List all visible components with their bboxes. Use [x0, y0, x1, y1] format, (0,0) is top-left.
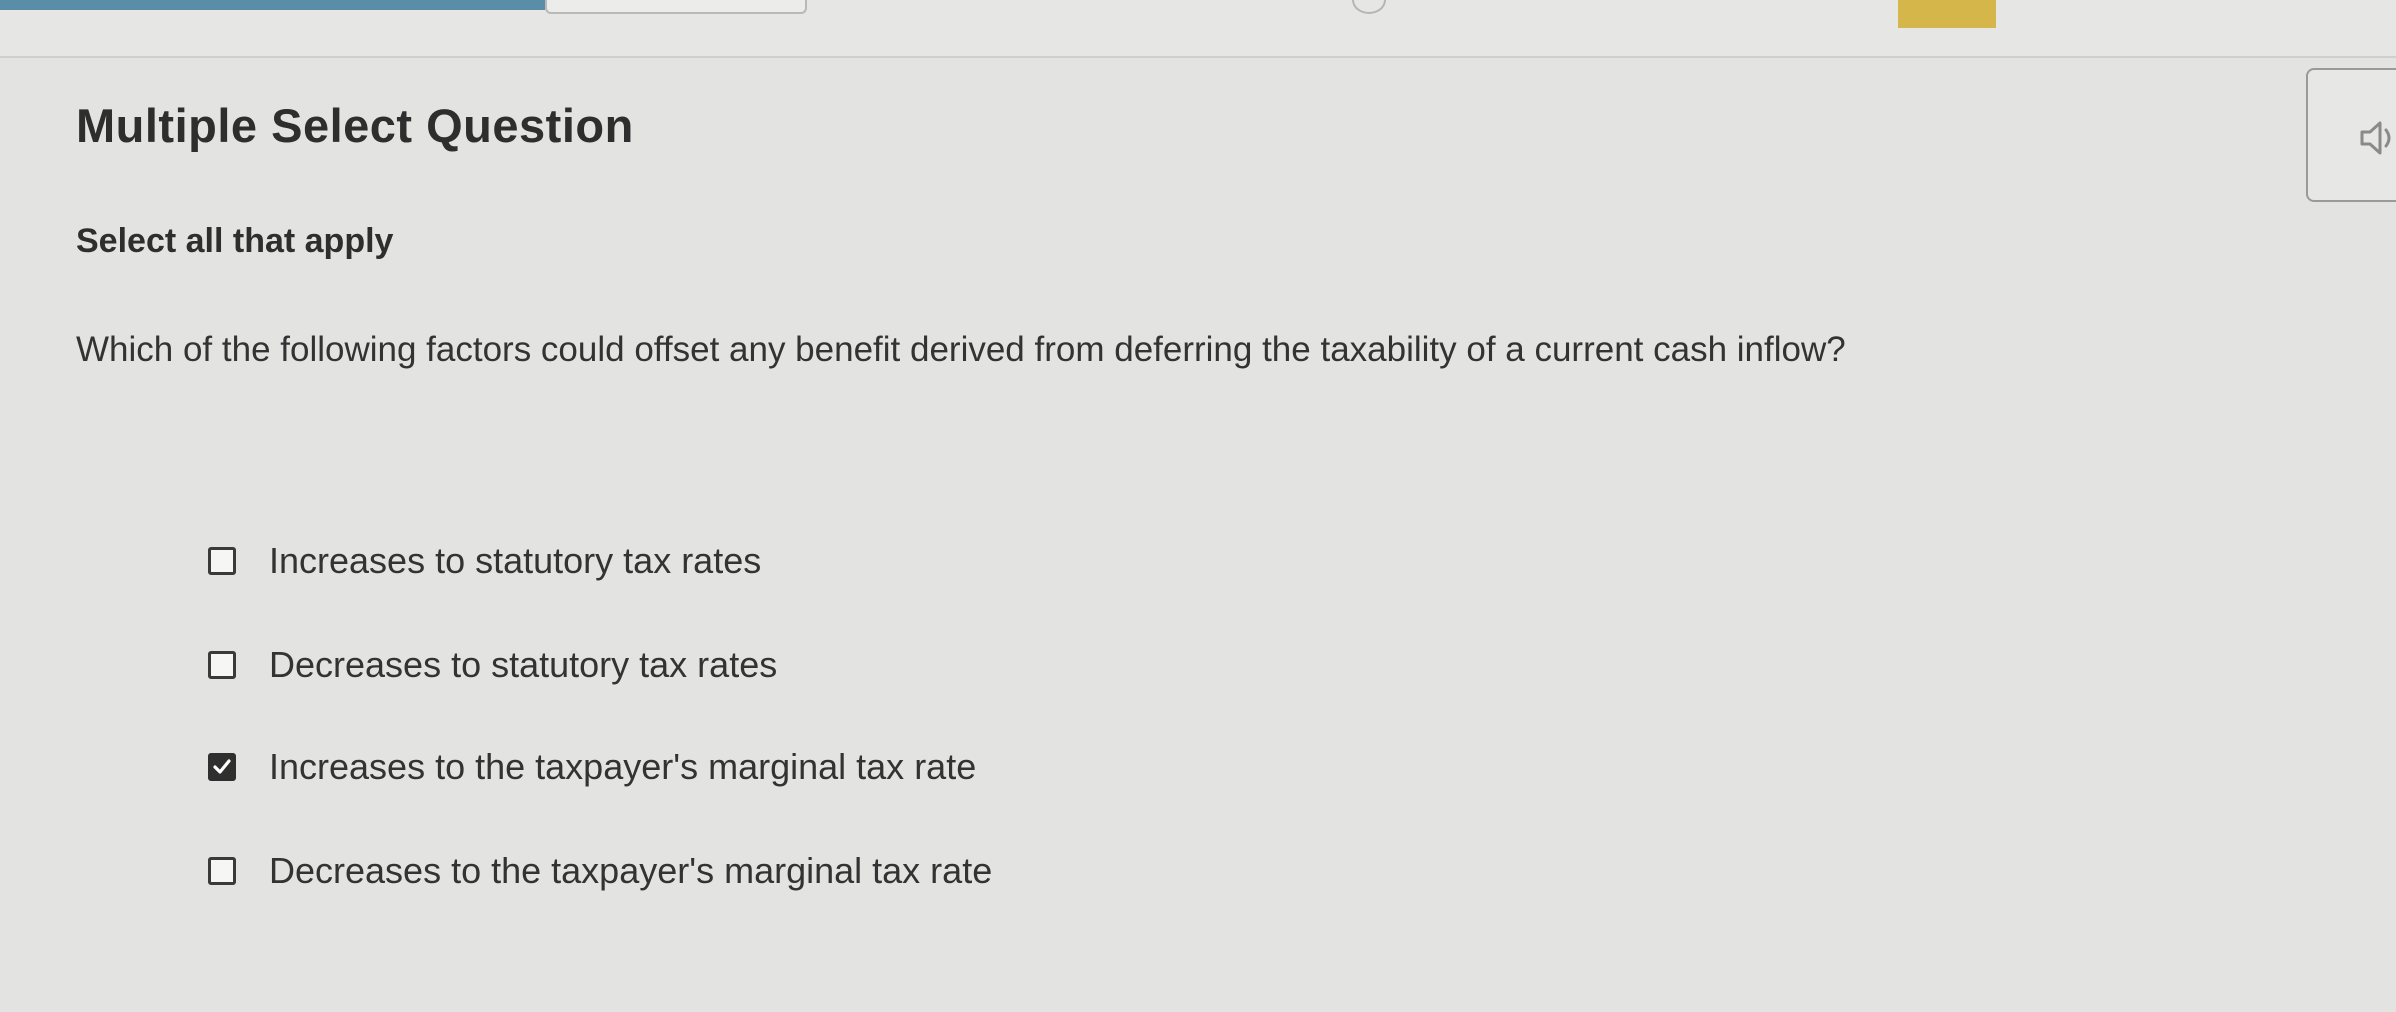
checkbox[interactable]	[208, 857, 236, 885]
instruction-text: Select all that apply	[76, 222, 394, 260]
answer-option-label: Decreases to statutory tax rates	[269, 644, 778, 685]
question-prompt: Which of the following factors could off…	[76, 330, 1846, 369]
toolbar-circle-icon[interactable]	[1352, 0, 1386, 14]
progress-tab[interactable]	[545, 0, 807, 14]
speaker-icon	[2360, 121, 2391, 155]
checkmark-icon	[213, 759, 231, 774]
question-type-heading: Multiple Select Question	[76, 99, 634, 152]
answer-option[interactable]: Decreases to statutory tax rates	[208, 639, 777, 691]
toolbar-highlight-marker[interactable]	[1898, 0, 1996, 28]
top-toolbar	[0, 0, 2396, 58]
answer-option[interactable]: Decreases to the taxpayer's marginal tax…	[208, 845, 992, 897]
checkbox-checked[interactable]	[208, 753, 236, 781]
answer-option[interactable]: Increases to the taxpayer's marginal tax…	[208, 741, 976, 793]
checkbox[interactable]	[208, 651, 236, 679]
progress-tab-active[interactable]	[0, 0, 545, 10]
read-aloud-button[interactable]	[2306, 68, 2396, 202]
answer-option-label: Decreases to the taxpayer's marginal tax…	[269, 850, 993, 891]
answer-option-label: Increases to the taxpayer's marginal tax…	[269, 746, 977, 787]
answer-option[interactable]: Increases to statutory tax rates	[208, 535, 761, 587]
answer-option-label: Increases to statutory tax rates	[269, 540, 762, 581]
checkbox[interactable]	[208, 547, 236, 575]
